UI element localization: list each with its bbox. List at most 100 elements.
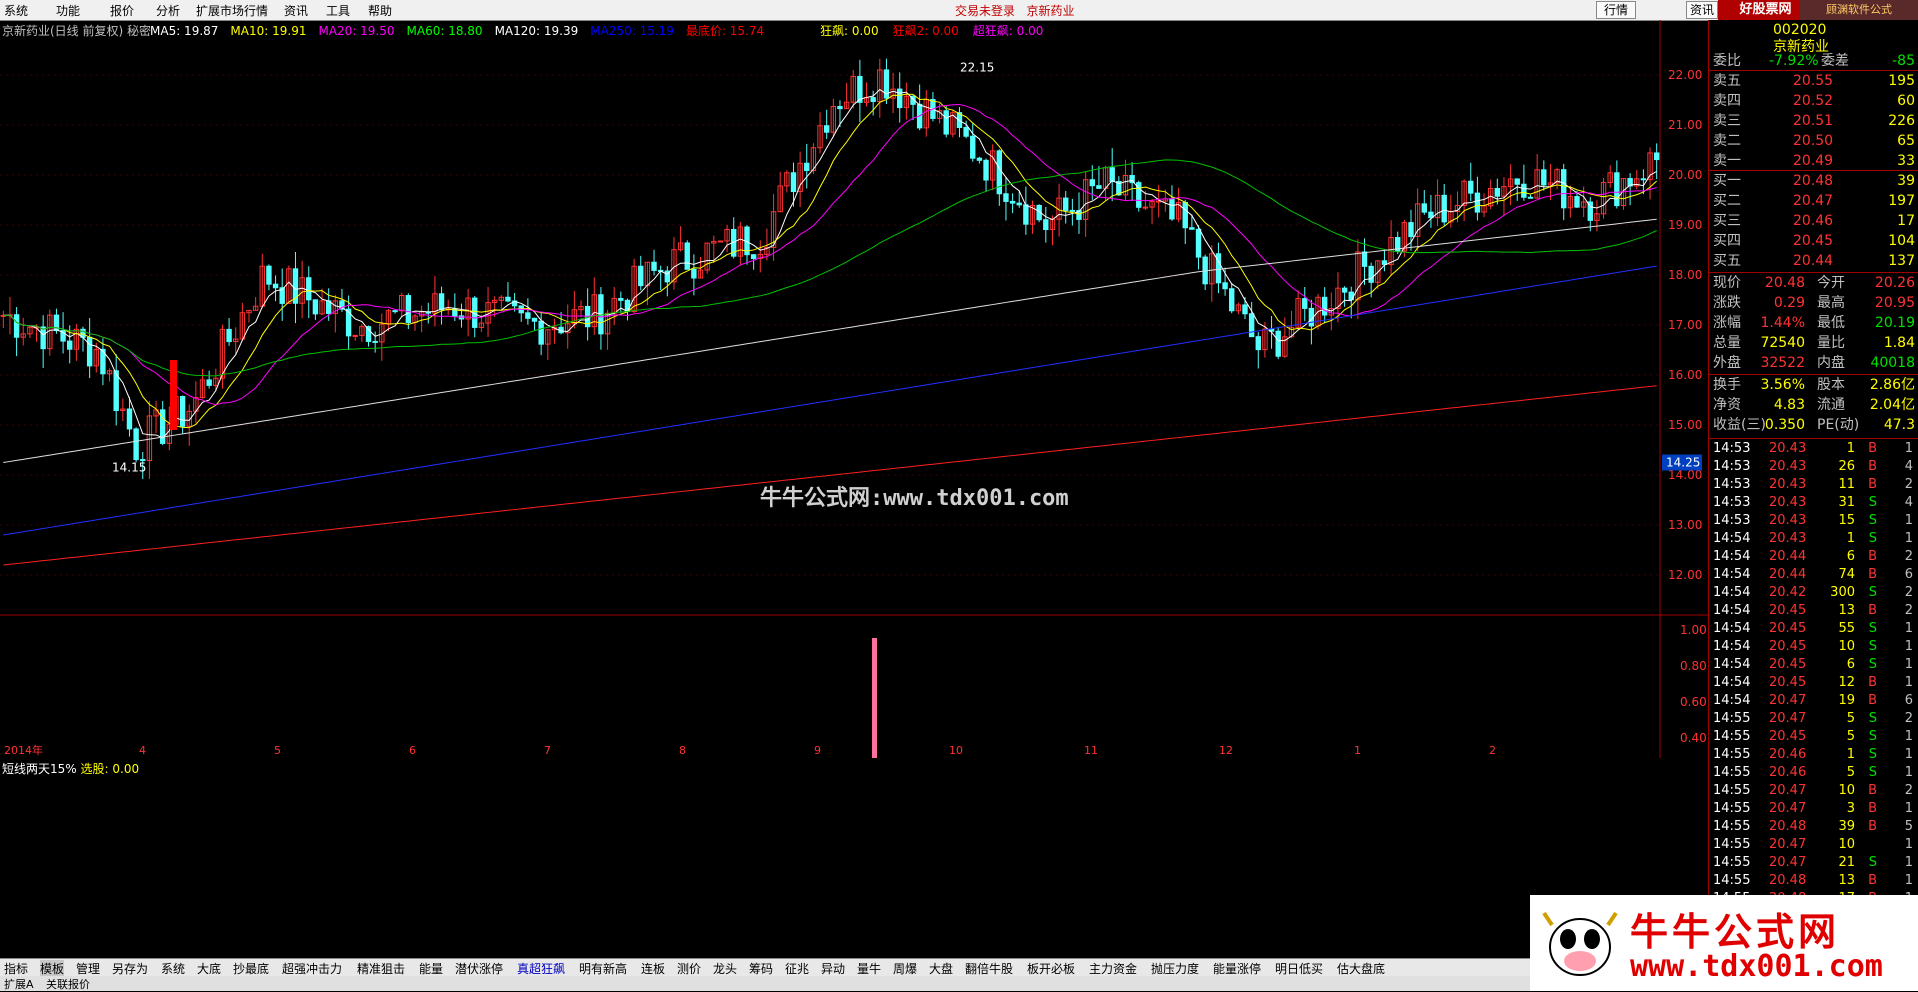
candle-body (1302, 298, 1308, 309)
tick-price: 20.45 (1769, 603, 1807, 618)
bid-row[interactable]: 买二 20.47 197 (1713, 192, 1915, 210)
formula-tab[interactable]: 翻倍牛股 (965, 960, 1013, 977)
menu-news[interactable]: 资讯 (284, 2, 308, 19)
formula-tab[interactable]: 征兆 (785, 960, 809, 977)
tick-row: 14:53 20.43 31 S 4 (1713, 494, 1915, 512)
bid-row[interactable]: 买一 20.48 39 (1713, 172, 1915, 190)
formula-tab[interactable]: 能量涨停 (1213, 960, 1261, 977)
ask-row[interactable]: 卖三 20.51 226 (1713, 112, 1915, 130)
tick-price: 20.47 (1769, 855, 1807, 870)
ask-row[interactable]: 卖一 20.49 33 (1713, 152, 1915, 170)
menu-tools[interactable]: 工具 (326, 2, 350, 19)
ma120-line (3, 218, 1657, 463)
formula-tab[interactable]: 连板 (641, 960, 665, 977)
tick-row: 14:55 20.47 21 S 1 (1713, 854, 1915, 872)
tick-side: B (1868, 819, 1877, 834)
formula-tab[interactable]: 超强冲击力 (282, 960, 342, 977)
formula-tab[interactable]: 能量 (419, 960, 443, 977)
formula-tab[interactable]: 量牛 (857, 960, 881, 977)
formula-tab[interactable]: 主力资金 (1089, 960, 1137, 977)
date-tick-label: 7 (544, 744, 551, 757)
bid-row[interactable]: 买四 20.45 104 (1713, 232, 1915, 250)
separator (1709, 170, 1918, 171)
formula-tab[interactable]: 精准狙击 (357, 960, 405, 977)
tick-price: 20.43 (1769, 531, 1807, 546)
news-window-button[interactable]: 资讯 (1686, 1, 1718, 19)
tick-count: 4 (1904, 495, 1913, 510)
candle-body (1321, 296, 1328, 316)
menu-quote[interactable]: 报价 (110, 2, 134, 19)
candle-body (1341, 287, 1348, 293)
menu-system[interactable]: 系统 (4, 2, 28, 19)
tick-time: 14:54 (1713, 603, 1751, 618)
tick-row: 14:54 20.45 13 B 2 (1713, 602, 1915, 620)
tick-price: 20.43 (1769, 459, 1807, 474)
formula-tab[interactable]: 真超狂飙 (517, 960, 565, 977)
formula-tab[interactable]: 潜伏涨停 (455, 960, 503, 977)
tick-price: 20.45 (1769, 621, 1807, 636)
candle-body (1063, 197, 1069, 211)
ask-row[interactable]: 卖五 20.55 195 (1713, 72, 1915, 90)
formula-tab[interactable]: 模板 (40, 960, 65, 977)
tick-volume: 21 (1838, 855, 1855, 870)
candle-body (1494, 187, 1501, 197)
tick-time: 14:54 (1713, 639, 1751, 654)
tick-price: 20.45 (1769, 675, 1807, 690)
tick-time: 14:53 (1713, 477, 1751, 492)
tick-row: 14:55 20.48 13 B 1 (1713, 872, 1915, 890)
ask-row[interactable]: 卖二 20.50 65 (1713, 132, 1915, 150)
menu-function[interactable]: 功能 (56, 2, 80, 19)
formula-tab[interactable]: 指标 (4, 960, 28, 977)
ask-row[interactable]: 卖四 20.52 60 (1713, 92, 1915, 110)
candle-body (624, 299, 631, 312)
formula-tab[interactable]: 周爆 (893, 960, 917, 977)
tick-side: S (1868, 513, 1877, 528)
formula-tab[interactable]: 筹码 (749, 960, 773, 977)
tick-side: S (1868, 765, 1877, 780)
formula-tab[interactable]: 明日低买 (1275, 960, 1323, 977)
formula-tab[interactable]: 板开必板 (1027, 960, 1075, 977)
status-extend-a[interactable]: 扩展A (4, 976, 34, 992)
price-tick-label: 19.00 (1668, 218, 1702, 232)
formula-tab[interactable]: 明有新高 (579, 960, 627, 977)
candle-body (897, 88, 903, 109)
trade-login-status[interactable]: 交易未登录 (955, 4, 1015, 18)
formula-tab[interactable]: 管理 (76, 960, 100, 977)
stat-label: 现价 (1713, 275, 1741, 291)
tick-side: S (1868, 729, 1877, 744)
menu-help[interactable]: 帮助 (368, 2, 392, 19)
formula-tab[interactable]: 系统 (161, 960, 185, 977)
formula-tab[interactable]: 龙头 (713, 960, 737, 977)
candle-body (976, 157, 983, 161)
formula-tab[interactable]: 抛压力度 (1151, 960, 1199, 977)
formula-tab[interactable]: 另存为 (112, 960, 148, 977)
stock-header: 002020 京新药业 (1713, 22, 1915, 56)
tick-price: 20.44 (1769, 567, 1807, 582)
formula-tab[interactable]: 测价 (677, 960, 701, 977)
stat-label: 净资 (1713, 397, 1741, 413)
stat-value: 0.350 (1764, 417, 1805, 433)
bid-price: 20.47 (1793, 193, 1834, 209)
candle-body (638, 265, 644, 287)
candle-body (1023, 204, 1029, 225)
formula-tab[interactable]: 异动 (821, 960, 845, 977)
tick-side: S (1868, 855, 1877, 870)
formula-tab[interactable]: 抄最底 (233, 960, 269, 977)
menu-analysis[interactable]: 分析 (156, 2, 180, 19)
separator (1709, 438, 1918, 439)
candle-body (970, 135, 976, 159)
formula-tab[interactable]: 大盘 (929, 960, 953, 977)
tick-time: 14:54 (1713, 693, 1751, 708)
tick-volume: 300 (1830, 585, 1855, 600)
menu-extended-market[interactable]: 扩展市场行情 (196, 2, 268, 19)
quote-window-button[interactable]: 行情 (1596, 1, 1636, 19)
bid-row[interactable]: 买五 20.44 137 (1713, 252, 1915, 270)
kline-chart[interactable]: 京新药业(日线 前复权) 秘密 MA5: 19.87 MA10: 19.91 MA2… (0, 20, 1708, 776)
formula-tab[interactable]: 大底 (197, 960, 221, 977)
tick-volume: 3 (1846, 801, 1855, 816)
tick-volume: 5 (1846, 729, 1855, 744)
bid-row[interactable]: 买三 20.46 17 (1713, 212, 1915, 230)
tick-count: 2 (1904, 477, 1913, 492)
status-linked-quote[interactable]: 关联报价 (46, 976, 90, 992)
formula-tab[interactable]: 估大盘底 (1337, 960, 1385, 977)
